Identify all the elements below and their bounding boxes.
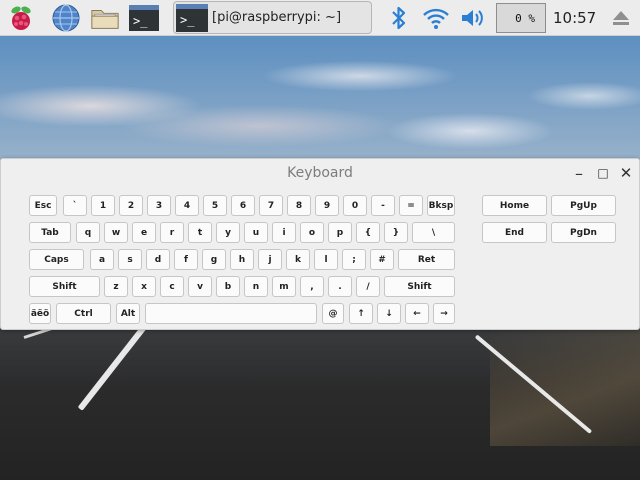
web-browser-icon[interactable]: [51, 3, 81, 33]
key-6[interactable]: 6: [231, 195, 255, 216]
key-arrow-up[interactable]: ↑: [349, 303, 373, 324]
key-slash[interactable]: /: [356, 276, 380, 297]
key-8[interactable]: 8: [287, 195, 311, 216]
key-u[interactable]: u: [244, 222, 268, 243]
key-end[interactable]: End: [482, 222, 547, 243]
clock[interactable]: 10:57: [553, 9, 596, 27]
minimize-icon: –: [575, 163, 583, 183]
key-return[interactable]: Ret: [398, 249, 455, 270]
key-shift-right[interactable]: Shift: [384, 276, 455, 297]
key-caps-lock[interactable]: Caps: [29, 249, 84, 270]
key-w[interactable]: w: [104, 222, 128, 243]
key-e[interactable]: e: [132, 222, 156, 243]
key-k[interactable]: k: [286, 249, 310, 270]
key-2[interactable]: 2: [119, 195, 143, 216]
key-esc[interactable]: Esc: [29, 195, 57, 216]
maximize-button[interactable]: □: [595, 165, 611, 181]
taskbar-window-label: [pi@raspberrypi: ~]: [212, 10, 342, 25]
key-4[interactable]: 4: [175, 195, 199, 216]
key-h[interactable]: h: [230, 249, 254, 270]
key-l[interactable]: l: [314, 249, 338, 270]
key-semicolon[interactable]: ;: [342, 249, 366, 270]
key-space[interactable]: [145, 303, 317, 324]
key-tab[interactable]: Tab: [29, 222, 71, 243]
key-at[interactable]: @: [322, 303, 344, 324]
key-s[interactable]: s: [118, 249, 142, 270]
key-c[interactable]: c: [160, 276, 184, 297]
key-q[interactable]: q: [76, 222, 100, 243]
minimize-button[interactable]: –: [571, 163, 587, 183]
key-f[interactable]: f: [174, 249, 198, 270]
close-button[interactable]: ✕: [618, 164, 634, 182]
key-grave[interactable]: `: [63, 195, 87, 216]
key-b[interactable]: b: [216, 276, 240, 297]
cpu-usage-meter[interactable]: 0 %: [496, 3, 546, 33]
key-n[interactable]: n: [244, 276, 268, 297]
wifi-icon[interactable]: [421, 3, 451, 33]
key-d[interactable]: d: [146, 249, 170, 270]
key-m[interactable]: m: [272, 276, 296, 297]
file-manager-icon[interactable]: [90, 3, 120, 33]
key-backslash[interactable]: \: [412, 222, 455, 243]
close-icon: ✕: [619, 164, 633, 182]
volume-icon[interactable]: [458, 3, 488, 33]
key-arrow-down[interactable]: ↓: [377, 303, 401, 324]
key-shift-left[interactable]: Shift: [29, 276, 100, 297]
window-title: Keyboard: [287, 165, 353, 181]
key-alt[interactable]: Alt: [116, 303, 140, 324]
key-right-brace[interactable]: }: [384, 222, 408, 243]
key-hash[interactable]: #: [370, 249, 394, 270]
key-7[interactable]: 7: [259, 195, 283, 216]
key-5[interactable]: 5: [203, 195, 227, 216]
key-equals[interactable]: =: [399, 195, 423, 216]
key-z[interactable]: z: [104, 276, 128, 297]
key-0[interactable]: 0: [343, 195, 367, 216]
key-i[interactable]: i: [272, 222, 296, 243]
key-g[interactable]: g: [202, 249, 226, 270]
key-1[interactable]: 1: [91, 195, 115, 216]
terminal-launcher-icon[interactable]: >_: [129, 3, 159, 33]
key-minus[interactable]: -: [371, 195, 395, 216]
roadside-grass: [490, 326, 640, 446]
key-p[interactable]: p: [328, 222, 352, 243]
key-page-up[interactable]: PgUp: [551, 195, 616, 216]
eject-icon[interactable]: [606, 3, 636, 33]
key-arrow-left[interactable]: ←: [405, 303, 429, 324]
key-a[interactable]: a: [90, 249, 114, 270]
key-r[interactable]: r: [160, 222, 184, 243]
key-9[interactable]: 9: [315, 195, 339, 216]
taskbar: >_ >_ [pi@raspberrypi: ~] 0 % 10:57: [0, 0, 640, 36]
key-3[interactable]: 3: [147, 195, 171, 216]
maximize-icon: □: [597, 166, 609, 180]
key-home[interactable]: Home: [482, 195, 547, 216]
key-period[interactable]: .: [328, 276, 352, 297]
key-v[interactable]: v: [188, 276, 212, 297]
key-ctrl[interactable]: Ctrl: [56, 303, 111, 324]
key-page-down[interactable]: PgDn: [551, 222, 616, 243]
raspberry-menu-icon[interactable]: [6, 3, 36, 33]
key-backspace[interactable]: Bksp: [427, 195, 455, 216]
taskbar-window-button[interactable]: >_ [pi@raspberrypi: ~]: [173, 1, 372, 34]
bluetooth-icon[interactable]: [384, 3, 414, 33]
key-international[interactable]: äëö: [29, 303, 51, 324]
key-y[interactable]: y: [216, 222, 240, 243]
window-titlebar[interactable]: Keyboard – □ ✕: [1, 159, 639, 189]
keyboard-window: Keyboard – □ ✕ Esc ` 1 2 3 4 5 6 7 8 9 0…: [0, 158, 640, 330]
key-x[interactable]: x: [132, 276, 156, 297]
terminal-icon: >_: [129, 5, 159, 31]
key-comma[interactable]: ,: [300, 276, 324, 297]
key-t[interactable]: t: [188, 222, 212, 243]
terminal-icon: >_: [176, 3, 208, 32]
key-arrow-right[interactable]: →: [433, 303, 455, 324]
key-o[interactable]: o: [300, 222, 324, 243]
key-left-brace[interactable]: {: [356, 222, 380, 243]
key-j[interactable]: j: [258, 249, 282, 270]
